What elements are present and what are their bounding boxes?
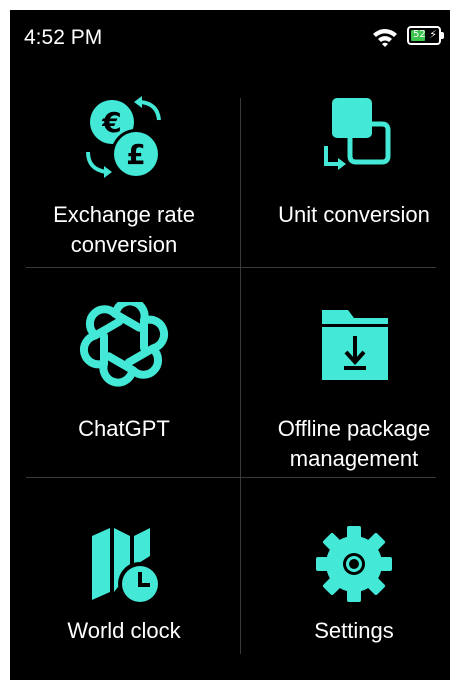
battery-level: 52 xyxy=(413,29,426,40)
tile-label: Offline package xyxy=(277,416,431,441)
tile-label: ChatGPT xyxy=(78,416,170,441)
svg-text:£: £ xyxy=(126,138,145,171)
grid-divider-vertical xyxy=(240,98,241,654)
tile-chatgpt[interactable]: ChatGPT xyxy=(14,302,234,472)
tile-offline-package-management[interactable]: Offline package management xyxy=(244,302,460,472)
tile-label: Exchange rate xyxy=(53,202,195,227)
tile-unit-conversion[interactable]: Unit conversion xyxy=(244,94,460,264)
grid-divider-horizontal-1 xyxy=(26,267,436,268)
grid-divider-horizontal-2 xyxy=(26,477,436,478)
currency-exchange-icon: € £ xyxy=(86,96,161,179)
tile-label-line2: conversion xyxy=(70,232,178,257)
tile-label: Unit conversion xyxy=(278,202,430,227)
tile-world-clock[interactable]: World clock xyxy=(14,522,234,662)
chatgpt-icon xyxy=(79,302,169,387)
tile-label: World clock xyxy=(67,618,181,643)
world-clock-map-icon xyxy=(92,528,162,606)
device-screen: 4:52 PM 52 ⚡ € £ Exchange rate conversio… xyxy=(10,10,450,680)
svg-text:€: € xyxy=(101,106,121,139)
tile-settings[interactable]: Settings xyxy=(244,522,460,662)
wifi-icon xyxy=(373,29,397,47)
gear-icon xyxy=(316,526,392,602)
tile-exchange-rate-conversion[interactable]: € £ Exchange rate conversion xyxy=(14,94,234,264)
download-folder-icon xyxy=(322,310,388,380)
battery-tip xyxy=(441,32,444,39)
battery-indicator: 52 ⚡ xyxy=(407,26,441,45)
status-time: 4:52 PM xyxy=(24,26,103,49)
tile-label-line2: management xyxy=(289,446,419,471)
bolt-icon: ⚡ xyxy=(429,28,437,41)
unit-conversion-icon xyxy=(324,98,391,170)
status-bar: 4:52 PM 52 ⚡ xyxy=(10,10,450,66)
tile-label: Settings xyxy=(314,618,394,643)
